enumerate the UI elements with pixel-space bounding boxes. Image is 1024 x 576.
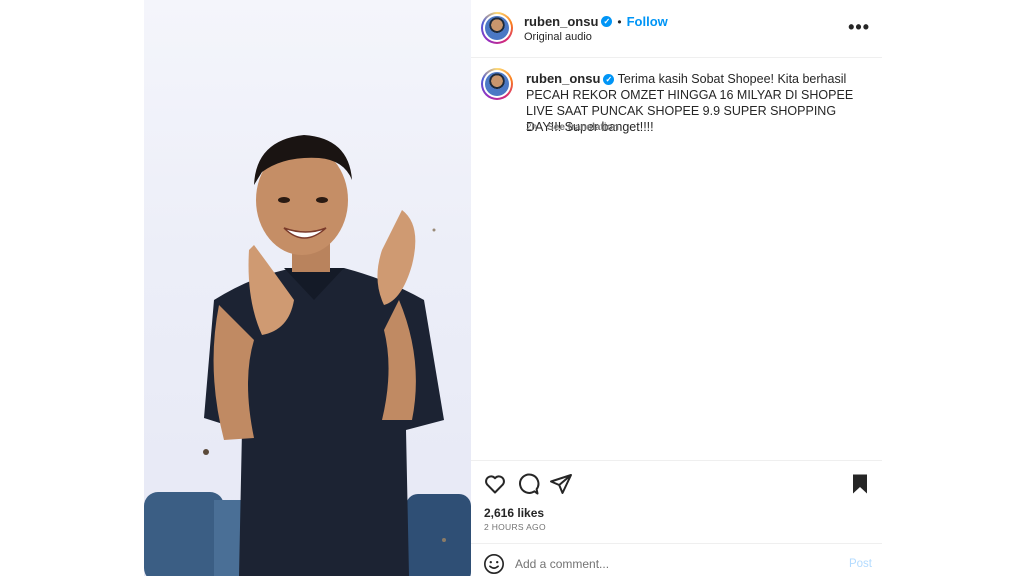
couch-left bbox=[144, 492, 224, 576]
verified-badge-icon: ✓ bbox=[601, 16, 613, 28]
post-header: ruben_onsu ✓ • Follow Original audio ••• bbox=[471, 0, 882, 58]
avatar[interactable] bbox=[481, 12, 513, 44]
caption-meta: 2h See translation bbox=[526, 122, 619, 133]
share-icon[interactable] bbox=[549, 472, 573, 496]
confetti bbox=[203, 449, 209, 455]
follow-button[interactable]: Follow bbox=[627, 14, 668, 29]
separator-dot: • bbox=[617, 15, 622, 29]
bookmark-icon[interactable] bbox=[848, 472, 872, 496]
post-media[interactable] bbox=[144, 0, 471, 576]
audio-link[interactable]: Original audio bbox=[524, 31, 592, 43]
comment-bar: Post bbox=[471, 543, 882, 576]
eye-left bbox=[278, 197, 290, 203]
caption-username-link[interactable]: ruben_onsu bbox=[526, 71, 600, 86]
confetti bbox=[432, 228, 436, 232]
see-translation-link[interactable]: See translation bbox=[547, 122, 619, 133]
verified-badge-icon: ✓ bbox=[603, 74, 615, 86]
post-timestamp: 2 HOURS AGO bbox=[484, 522, 546, 532]
profile-picture bbox=[485, 16, 509, 40]
header-user-line: ruben_onsu ✓ • Follow bbox=[524, 13, 668, 31]
emoji-icon[interactable] bbox=[483, 553, 505, 575]
heart-icon[interactable] bbox=[483, 472, 507, 496]
action-bar bbox=[471, 460, 882, 505]
caption-time: 2h bbox=[526, 122, 538, 133]
comment-input[interactable] bbox=[515, 557, 815, 571]
more-options-icon[interactable]: ••• bbox=[848, 18, 870, 36]
confetti bbox=[442, 538, 446, 542]
eye-right bbox=[316, 197, 328, 203]
profile-picture bbox=[485, 72, 509, 96]
hand-right bbox=[377, 210, 416, 305]
username-link[interactable]: ruben_onsu bbox=[524, 14, 598, 29]
likes-count[interactable]: 2,616 likes bbox=[484, 506, 544, 520]
video-frame-illustration bbox=[144, 135, 471, 576]
caption-avatar[interactable] bbox=[481, 68, 513, 100]
couch-right bbox=[406, 494, 471, 576]
comment-icon[interactable] bbox=[516, 472, 540, 496]
post-panel: ruben_onsu ✓ • Follow Original audio ••• ru… bbox=[471, 0, 882, 576]
post-comment-button[interactable]: Post bbox=[849, 558, 872, 570]
